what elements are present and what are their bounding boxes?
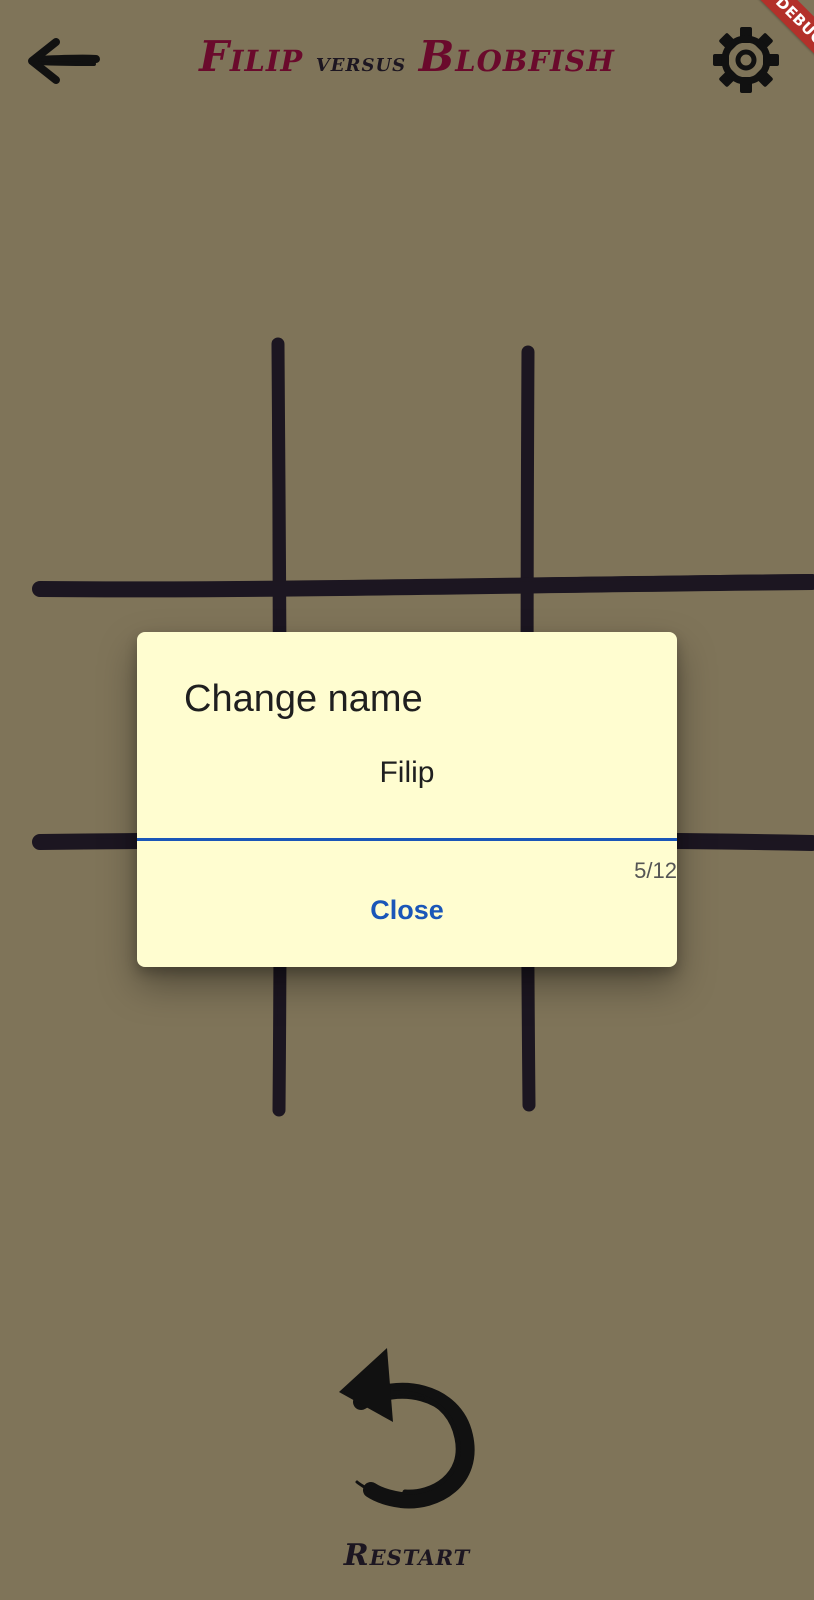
character-counter: 5/12 xyxy=(634,858,677,883)
close-button[interactable]: Close xyxy=(337,880,477,940)
name-input[interactable] xyxy=(137,742,677,804)
change-name-dialog: Change name 5/12 Close xyxy=(137,632,677,967)
name-input-underline xyxy=(137,838,677,841)
dialog-title: Change name xyxy=(184,678,423,720)
game-screen: Filip versus Blobfish DEBUG Restart Chan… xyxy=(0,0,814,1600)
